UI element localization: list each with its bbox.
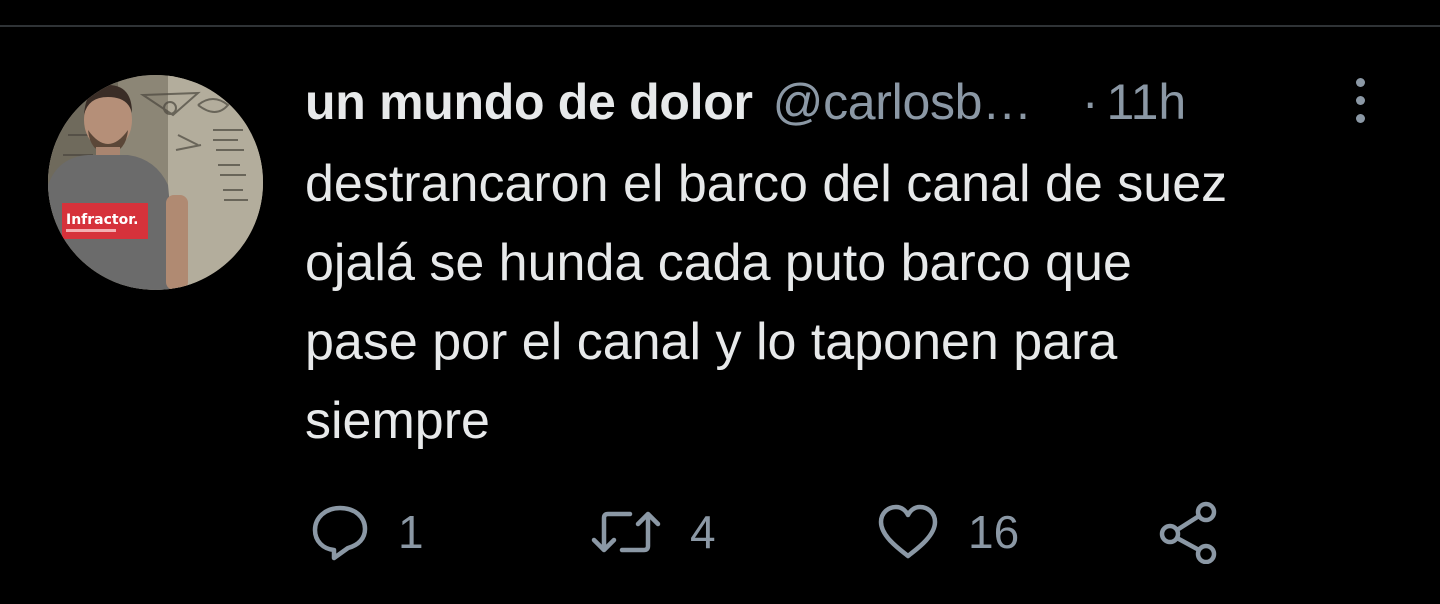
tweet-actions-bar: 1 4 16 <box>310 500 1240 564</box>
heart-icon <box>878 504 938 559</box>
more-options-button[interactable] <box>1340 70 1380 130</box>
tweet-text-line: destrancaron el barco del canal de suez <box>305 155 1228 213</box>
tweet-text: destrancaron el barco del canal de suez … <box>305 145 1405 461</box>
display-name[interactable]: un mundo de dolor <box>305 73 753 131</box>
share-icon <box>1159 501 1217 564</box>
more-vertical-icon <box>1355 77 1365 87</box>
like-count: 16 <box>968 506 1020 558</box>
retweet-button[interactable]: 4 <box>590 500 716 564</box>
share-button[interactable] <box>1156 500 1220 564</box>
reply-count: 1 <box>398 506 424 558</box>
retweet-icon <box>591 511 661 553</box>
timestamp[interactable]: 11h <box>1107 73 1187 131</box>
tweet-header: un mundo de dolor @carlosb… · 11h <box>305 70 1186 134</box>
username-handle[interactable]: @carlosb… <box>773 73 1033 131</box>
like-button[interactable]: 16 <box>876 500 1019 564</box>
tweet-text-line: siempre <box>305 392 490 450</box>
retweet-count: 4 <box>690 506 716 558</box>
tweet[interactable]: Infractor. un mundo de dolor @carlosb… ·… <box>0 0 1440 604</box>
reply-icon <box>312 505 368 561</box>
avatar-photo: Infractor. <box>48 75 263 290</box>
separator-dot: · <box>1081 74 1099 130</box>
avatar[interactable]: Infractor. <box>48 75 263 290</box>
shirt-print-text: Infractor. <box>66 212 138 228</box>
tweet-text-line: ojalá se hunda cada puto barco que <box>305 234 1132 292</box>
tweet-text-line: pase por el canal y lo taponen para <box>305 313 1118 371</box>
reply-button[interactable]: 1 <box>310 500 424 564</box>
